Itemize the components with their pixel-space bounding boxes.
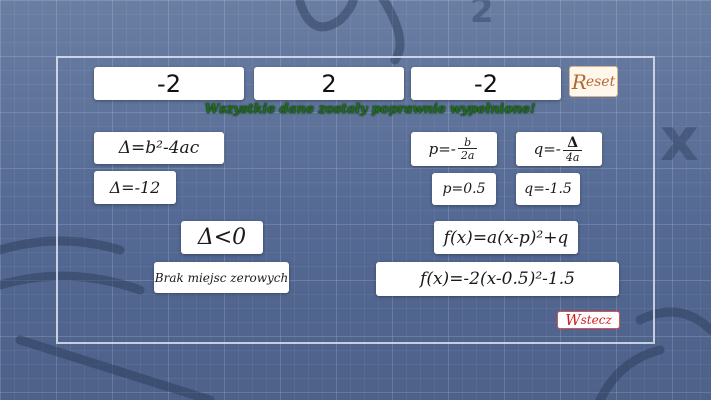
coefficient-b-field[interactable]: 2	[254, 67, 404, 100]
vertex-result[interactable]: f(x)=-2(x-0.5)²-1.5	[376, 262, 619, 296]
delta-value: Δ=-12	[94, 171, 176, 204]
reset-button[interactable]: Reset	[569, 66, 618, 97]
p-value-text: p=0.5	[442, 181, 486, 197]
no-roots-label: Brak miejsc zerowych	[154, 262, 289, 293]
q-formula-denominator: 4a	[562, 149, 583, 163]
next-button[interactable]: Wstecz	[557, 311, 620, 329]
no-roots-text: Brak miejsc zerowych	[154, 270, 289, 285]
p-value[interactable]: p=0.5	[432, 173, 496, 205]
p-formula-denominator: 2a	[457, 148, 478, 161]
q-value-text: q=-1.5	[524, 181, 572, 197]
vertex-form-text: f(x)=a(x-p)²+q	[443, 227, 569, 248]
vertex-form: f(x)=a(x-p)²+q	[434, 221, 578, 254]
success-message: Wszystkie dane zostały poprawnie wypełni…	[204, 102, 536, 117]
next-button-initial: W	[565, 311, 581, 329]
svg-text:2: 2	[470, 0, 494, 31]
delta-condition: Δ<0	[181, 221, 263, 254]
q-value[interactable]: q=-1.5	[516, 173, 580, 205]
p-formula-fraction: b 2a	[457, 136, 478, 161]
q-formula: q=- Δ 4a	[516, 132, 602, 166]
reset-button-label: eset	[585, 73, 616, 90]
coefficient-a-field[interactable]: -2	[94, 67, 244, 100]
coefficient-c-field[interactable]: -2	[411, 67, 561, 100]
q-formula-numerator: Δ	[567, 134, 579, 151]
q-formula-prefix: q=-	[533, 140, 561, 158]
p-formula-numerator: b	[464, 136, 472, 149]
vertex-result-text: f(x)=-2(x-0.5)²-1.5	[420, 269, 575, 289]
delta-formula-text: Δ=b²-4ac	[118, 138, 200, 158]
p-formula-prefix: p=-	[428, 140, 456, 158]
reset-button-initial: R	[571, 69, 587, 94]
q-formula-fraction: Δ 4a	[562, 134, 583, 163]
p-formula: p=- b 2a	[411, 132, 497, 166]
delta-value-text: Δ=-12	[109, 178, 161, 197]
delta-condition-text: Δ<0	[197, 225, 247, 250]
delta-formula: Δ=b²-4ac	[94, 132, 224, 164]
svg-text:x: x	[660, 105, 699, 175]
next-button-label: stecz	[580, 313, 612, 327]
